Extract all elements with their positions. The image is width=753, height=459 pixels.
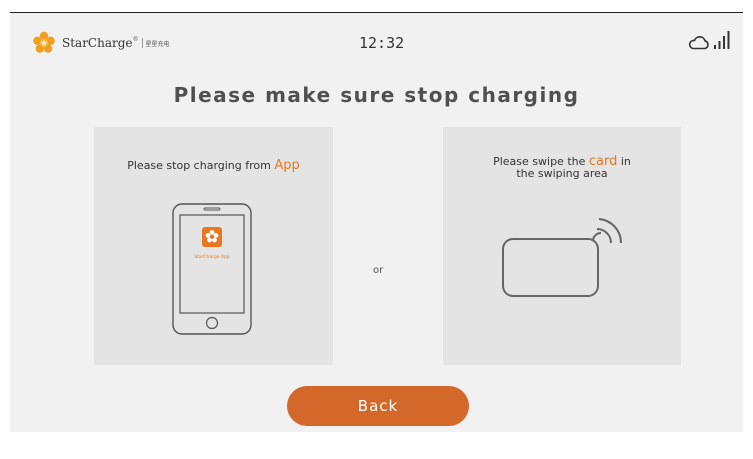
brand-logo: StarCharge® 星星充电 bbox=[32, 31, 170, 55]
app-highlight: App bbox=[274, 158, 300, 173]
page-title: Please make sure stop charging bbox=[173, 83, 580, 107]
app-name-label: StarCharge App bbox=[194, 254, 230, 260]
app-stop-text: Please stop charging from bbox=[127, 159, 275, 172]
nfc-card-icon bbox=[502, 218, 623, 297]
or-separator: or bbox=[373, 265, 384, 276]
cloud-icon bbox=[688, 36, 709, 50]
brand-divider bbox=[141, 38, 143, 48]
back-button[interactable]: Back bbox=[287, 386, 469, 426]
card-swipe-instruction: Please swipe the card in the swiping are… bbox=[443, 155, 681, 180]
card-swipe-text-end: in bbox=[617, 155, 631, 168]
app-stop-instruction: Please stop charging from App bbox=[94, 158, 333, 173]
signal-bars-icon bbox=[714, 31, 730, 49]
brand-name-text: StarCharge bbox=[62, 36, 133, 50]
brand-chinese-name: 星星充电 bbox=[145, 40, 170, 48]
brand-name: StarCharge® bbox=[62, 36, 139, 50]
clock: 12:32 bbox=[359, 34, 405, 52]
status-icons bbox=[688, 30, 733, 50]
smartphone-icon: StarCharge App bbox=[172, 203, 252, 335]
status-bar: StarCharge® 星星充电 12:32 bbox=[10, 13, 743, 73]
card-swipe-panel: Please swipe the card in the swiping are… bbox=[443, 127, 681, 365]
starcharge-logo-icon bbox=[33, 31, 55, 53]
kiosk-screen: StarCharge® 星星充电 12:32 Please make sure … bbox=[10, 12, 743, 432]
card-swipe-line2: the swiping area bbox=[516, 167, 608, 180]
brand-trademark: ® bbox=[132, 36, 139, 43]
app-stop-panel: Please stop charging from App StarCharge… bbox=[94, 127, 333, 365]
